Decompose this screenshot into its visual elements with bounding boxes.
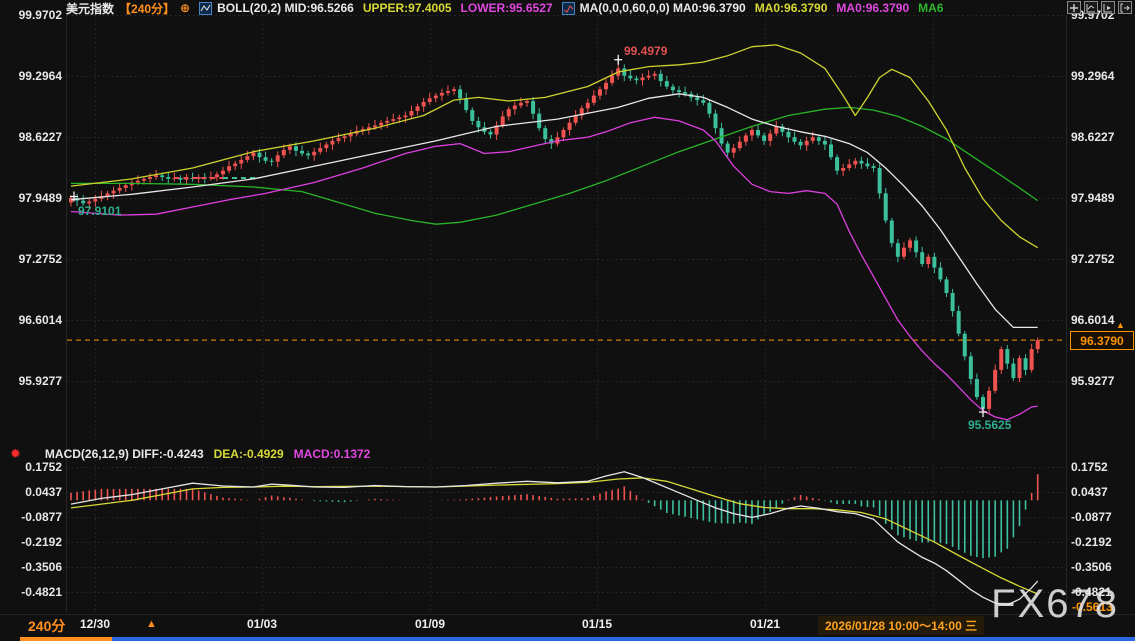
- current-price-badge: 96.3790: [1070, 331, 1134, 350]
- ma6-label: MA6: [918, 1, 943, 15]
- macd-histogram-layer: [71, 474, 1038, 558]
- boll-upper-line: [71, 45, 1038, 248]
- bottom-scrollbar[interactable]: [112, 637, 1135, 641]
- period-tab-240min[interactable]: 240分: [28, 616, 65, 636]
- ma-values-label: MA(0,0,0,60,0,0) MA0:96.3790: [580, 1, 746, 15]
- annotation-low-price: 95.5625: [968, 418, 1011, 432]
- boll-lower-line: [71, 117, 1038, 419]
- macd-dea-line: [71, 478, 1038, 594]
- current-bar-timestamp[interactable]: 2026/01/28 10:00～14:00 三: [818, 616, 984, 635]
- crosshair-icon[interactable]: [1067, 1, 1081, 14]
- candlestick-chart-canvas[interactable]: [0, 0, 1135, 641]
- ma0-yellow-label: MA0:96.3790: [755, 1, 828, 15]
- indicator-header: 美元指数 【240分】 ⊕ BOLL(20,2) MID:96.5266 UPP…: [66, 1, 943, 15]
- macd-dea-label: DEA:-0.4929: [214, 447, 284, 461]
- chart-forward-icon[interactable]: [1101, 1, 1115, 14]
- red-sun-icon[interactable]: ✹: [10, 446, 21, 462]
- period-up-arrow-icon[interactable]: ▲: [146, 618, 157, 630]
- active-period-underline: [20, 637, 112, 641]
- macd-header: ✹ MACD(26,12,9) DIFF:-0.4243 DEA:-0.4929…: [10, 447, 370, 461]
- annotation-high-price: 99.4979: [624, 44, 667, 58]
- exit-chart-icon[interactable]: [1118, 1, 1132, 14]
- macd-diff-line: [71, 472, 1038, 605]
- period-label[interactable]: 【240分】: [119, 0, 175, 17]
- boll-indicator-icon[interactable]: [199, 2, 212, 15]
- boll-lower-label: LOWER:95.6527: [461, 1, 553, 15]
- fx678-watermark: FX678: [991, 582, 1119, 627]
- chart-toolbar: [1067, 1, 1132, 14]
- ma60-line: [71, 107, 1038, 224]
- ma0-magenta-label: MA0:96.3790: [836, 1, 909, 15]
- annotation-start-price: 97.9101: [78, 204, 121, 218]
- chart-pane-icon[interactable]: [1084, 1, 1098, 14]
- candles-layer: [69, 58, 1040, 415]
- symbol-title: 美元指数: [66, 0, 114, 17]
- boll-values-label: BOLL(20,2) MID:96.5266: [217, 1, 354, 15]
- macd-hist-label: MACD:0.1372: [294, 447, 371, 461]
- boll-mid-line: [71, 94, 1038, 328]
- boll-upper-label: UPPER:97.4005: [363, 1, 452, 15]
- ma-indicator-icon[interactable]: [562, 2, 575, 15]
- price-up-arrow-icon: ▲: [1116, 320, 1125, 330]
- macd-diff-label: MACD(26,12,9) DIFF:-0.4243: [45, 447, 204, 461]
- add-icon[interactable]: ⊕: [180, 1, 190, 15]
- chart-window: 美元指数 【240分】 ⊕ BOLL(20,2) MID:96.5266 UPP…: [0, 0, 1135, 641]
- extreme-cross-markers: [70, 55, 987, 417]
